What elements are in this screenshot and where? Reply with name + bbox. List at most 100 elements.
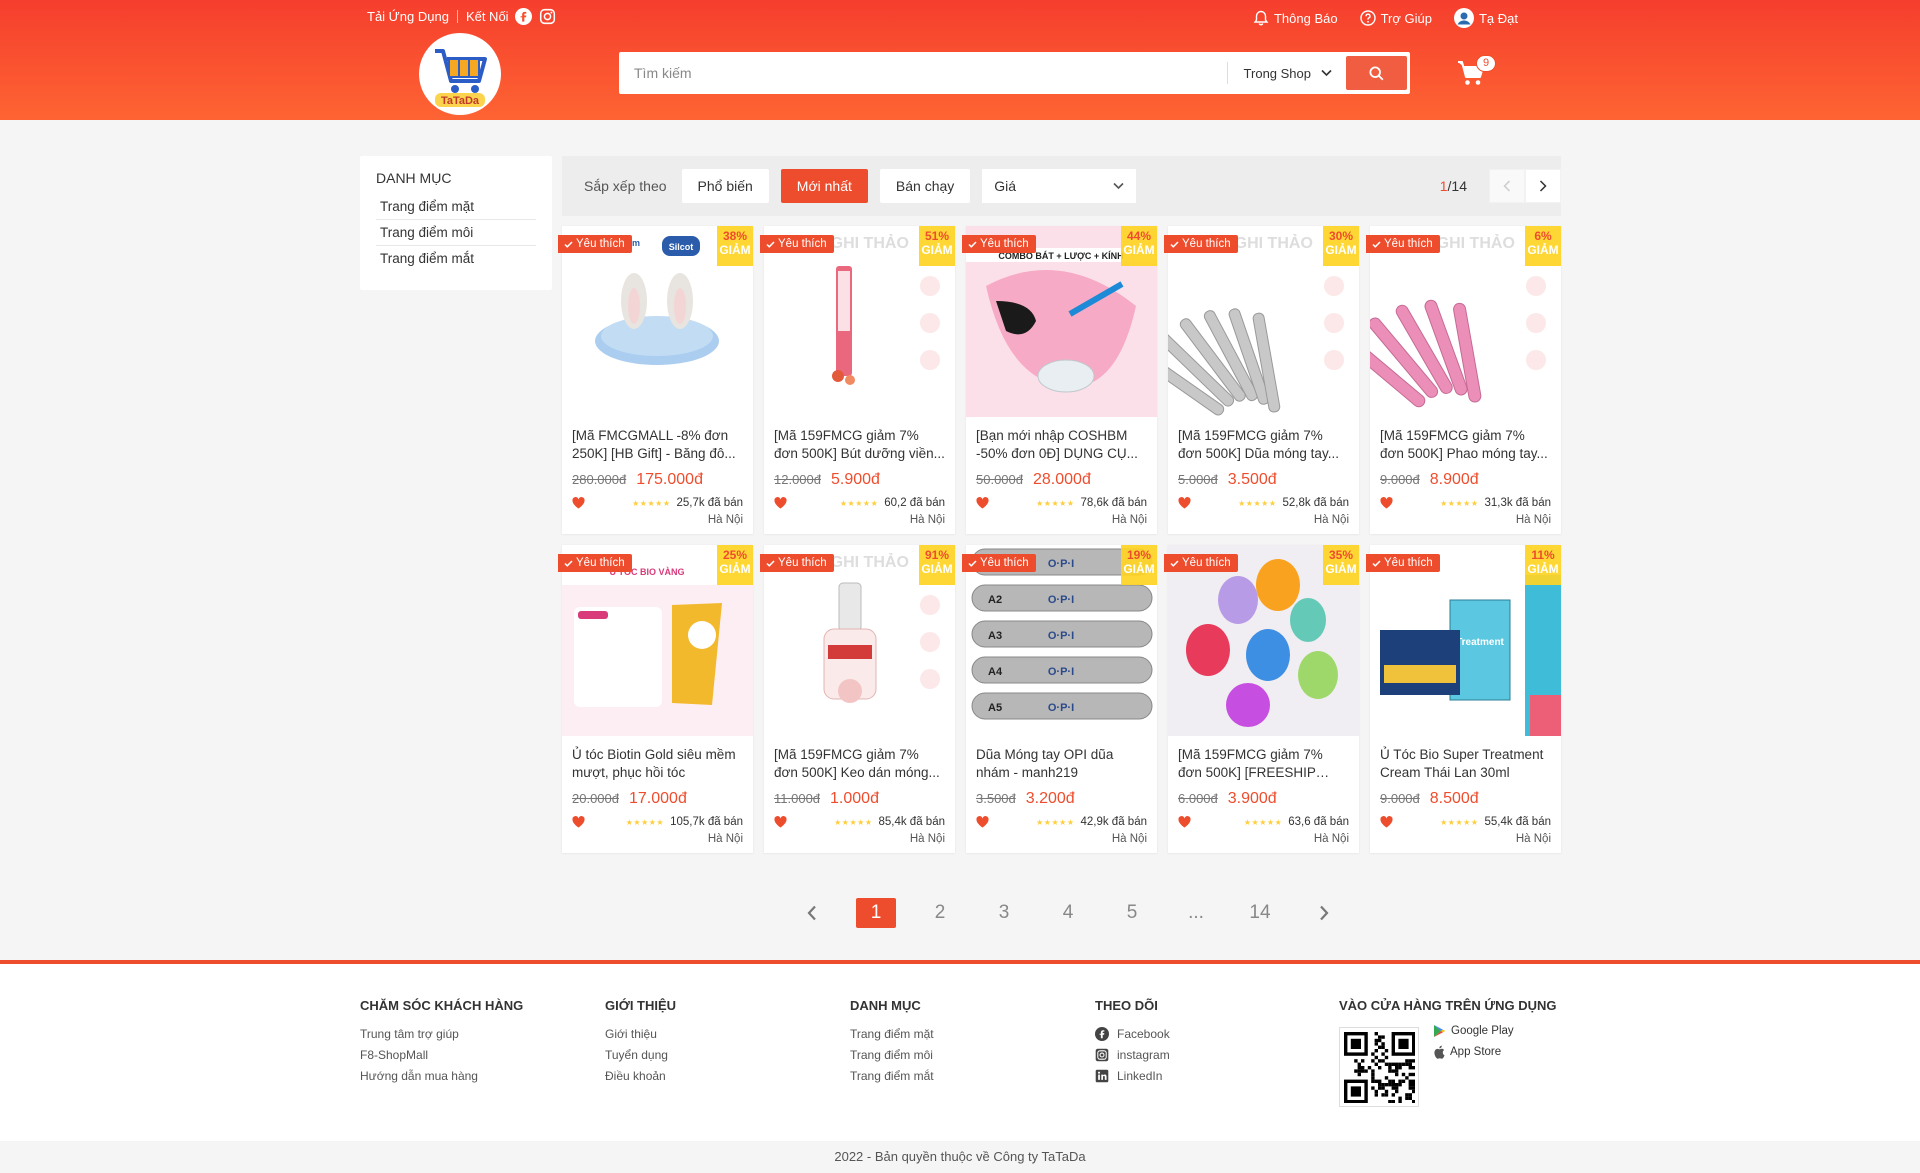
instagram-icon[interactable] [539,8,556,25]
product-card[interactable]: unkharm Silcot Yêu thích 38% GIẢM [Mã FM… [558,226,753,534]
sort-newest-button[interactable]: Mới nhất [780,169,868,203]
pagination-page-1[interactable]: 1 [856,898,896,928]
pagination-page-3[interactable]: 3 [984,898,1024,928]
svg-text:O·P·I: O·P·I [1048,630,1074,642]
notifications-link[interactable]: Thông Báo [1253,10,1338,26]
pagination-page-5[interactable]: 5 [1112,898,1152,928]
cart-button[interactable]: 9 [1456,55,1496,92]
pagination-next-button[interactable] [1304,898,1344,928]
sort-popular-button[interactable]: Phổ biến [681,169,769,203]
heart-icon[interactable] [976,816,989,828]
facebook-icon[interactable] [514,8,532,25]
heart-icon[interactable] [1380,816,1393,828]
product-name[interactable]: Dũa Móng tay OPI dũa nhám - manh219 [966,736,1157,782]
discount-percent: 19% [1126,548,1152,562]
pagination-page-2[interactable]: 2 [920,898,960,928]
footer-link[interactable]: Điều khoản [605,1069,676,1083]
discount-label: GIẢM [921,562,953,576]
product-prices: 6.000đ 3.900đ [1168,782,1359,808]
discount-badge: 44% GIẢM [1121,226,1157,266]
product-name[interactable]: Ủ tóc Biotin Gold siêu mềm mượt, phục hồ… [562,736,753,782]
current-price: 3.200đ [1025,790,1075,807]
footer-link[interactable]: F8-ShopMall [360,1048,523,1062]
price-sort-select[interactable]: Giá [982,169,1137,203]
mini-prev-button[interactable] [1489,169,1525,203]
heart-icon[interactable] [774,497,787,509]
product-card[interactable]: O·P·IO·P·IO·P·IO·P·IO·P·I A1A2A3A4A5 Yêu… [962,545,1157,853]
google-play-label: Google Play [1451,1025,1514,1037]
category-item-face[interactable]: Trang điểm mặt [376,194,536,220]
discount-badge: 91% GIẢM [919,545,955,585]
footer-linkedin-link[interactable]: LinkedIn [1095,1069,1170,1083]
product-name[interactable]: [Mã 159FMCG giảm 7% đơn 500K] Keo dán mó… [764,736,955,782]
discount-label: GIẢM [1527,243,1559,257]
google-play-link[interactable]: Google Play [1433,1024,1514,1038]
product-name[interactable]: [Mã 159FMCG giảm 7% đơn 500K] Bút dưỡng … [764,417,955,463]
pagination-prev-button[interactable] [792,898,832,928]
discount-label: GIẢM [1527,562,1559,576]
heart-icon[interactable] [572,816,585,828]
product-name[interactable]: [Mã FMCGMALL -8% đơn 250K] [HB Gift] - B… [562,417,753,463]
pagination-page-4[interactable]: 4 [1048,898,1088,928]
product-name[interactable]: [Bạn mới nhập COSHBM -50% đơn 0Đ] DỤNG C… [966,417,1157,463]
product-card[interactable]: NGHI THẢO Yêu thích 91% GIẢM [Mã 159FMCG… [760,545,955,853]
search-input[interactable] [622,65,1227,81]
product-name[interactable]: Ủ Tóc Bio Super Treatment Cream Thái Lan… [1370,736,1561,782]
download-app-link[interactable]: Tải Ứng Dụng [367,9,449,24]
product-card[interactable]: NGHI THẢO Yêu thích 51% GIẢM [Mã 159FMCG… [760,226,955,534]
product-location: Hà Nội [909,514,945,526]
apple-icon [1434,1045,1445,1059]
search-button[interactable] [1346,56,1407,90]
svg-text:A5: A5 [988,702,1002,714]
footer-link[interactable]: Hướng dẫn mua hàng [360,1069,523,1083]
footer-link[interactable]: Trang điểm mặt [850,1027,934,1041]
footer-link[interactable]: Trung tâm trợ giúp [360,1027,523,1041]
footer-heading: THEO DÕI [1095,998,1158,1013]
heart-icon[interactable] [572,497,585,509]
product-card[interactable]: Treatment Yêu thích 11% GIẢM Ủ Tóc Bio S… [1366,545,1561,853]
user-menu[interactable]: Tạ Đạt [1453,8,1518,28]
app-store-link[interactable]: App Store [1433,1045,1514,1059]
footer-link[interactable]: Trang điểm mắt [850,1069,934,1083]
current-price: 3.500đ [1227,471,1277,488]
product-name[interactable]: [Mã 159FMCG giảm 7% đơn 500K] [FREESHIP … [1168,736,1359,782]
footer-instagram-link[interactable]: instagram [1095,1048,1170,1062]
discount-badge: 35% GIẢM [1323,545,1359,585]
cart-logo-icon: TaTaDa [435,49,487,107]
discount-percent: 44% [1126,229,1152,243]
chevron-right-icon [1539,180,1547,192]
heart-icon[interactable] [1178,497,1191,509]
footer-facebook-link[interactable]: Facebook [1095,1027,1170,1041]
product-card[interactable]: NGHI THẢO Yêu thích 6% GIẢM [Mã 159FMCG … [1366,226,1561,534]
mini-pager-current: 1 [1439,178,1448,194]
discount-label: GIẢM [1123,562,1155,576]
category-item-eyes[interactable]: Trang điểm mắt [376,246,536,271]
svg-text:Silcot: Silcot [669,242,694,252]
current-price: 8.500đ [1429,790,1479,807]
heart-icon[interactable] [1178,816,1191,828]
discount-badge: 38% GIẢM [717,226,753,266]
heart-icon[interactable] [1380,497,1393,509]
sort-bestseller-button[interactable]: Bán chạy [879,169,971,203]
product-card[interactable]: Ủ TÓC BIO VÀNG Yêu thích 25% GIẢM Ủ tóc … [558,545,753,853]
product-card[interactable]: Yêu thích 35% GIẢM [Mã 159FMCG giảm 7% đ… [1164,545,1359,853]
logo[interactable]: TaTaDa [419,33,501,115]
product-location: Hà Nội [1515,833,1551,845]
category-item-lips[interactable]: Trang điểm môi [376,220,536,246]
product-name[interactable]: [Mã 159FMCG giảm 7% đơn 500K] Dũa móng t… [1168,417,1359,463]
product-name[interactable]: [Mã 159FMCG giảm 7% đơn 500K] Phao móng … [1370,417,1561,463]
pagination-ellipsis: ... [1188,902,1204,923]
footer-link[interactable]: Tuyển dụng [605,1048,676,1062]
product-location: Hà Nội [909,833,945,845]
product-card[interactable]: NGHI THẢO Yêu thích 30% GIẢM [Mã 159FMCG… [1164,226,1359,534]
footer-link[interactable]: Trang điểm môi [850,1048,934,1062]
heart-icon[interactable] [774,816,787,828]
help-link[interactable]: Trợ Giúp [1359,10,1432,26]
product-card[interactable]: COMBO BÁT + LƯỢC + KÍNH Yêu thích 44% GI… [962,226,1157,534]
mini-next-button[interactable] [1525,169,1561,203]
mini-pager: 1/14 [1440,169,1561,203]
search-scope-select[interactable]: Trong Shop [1226,62,1346,84]
pagination-page-14[interactable]: 14 [1240,898,1280,928]
footer-link[interactable]: Giới thiệu [605,1027,676,1041]
heart-icon[interactable] [976,497,989,509]
